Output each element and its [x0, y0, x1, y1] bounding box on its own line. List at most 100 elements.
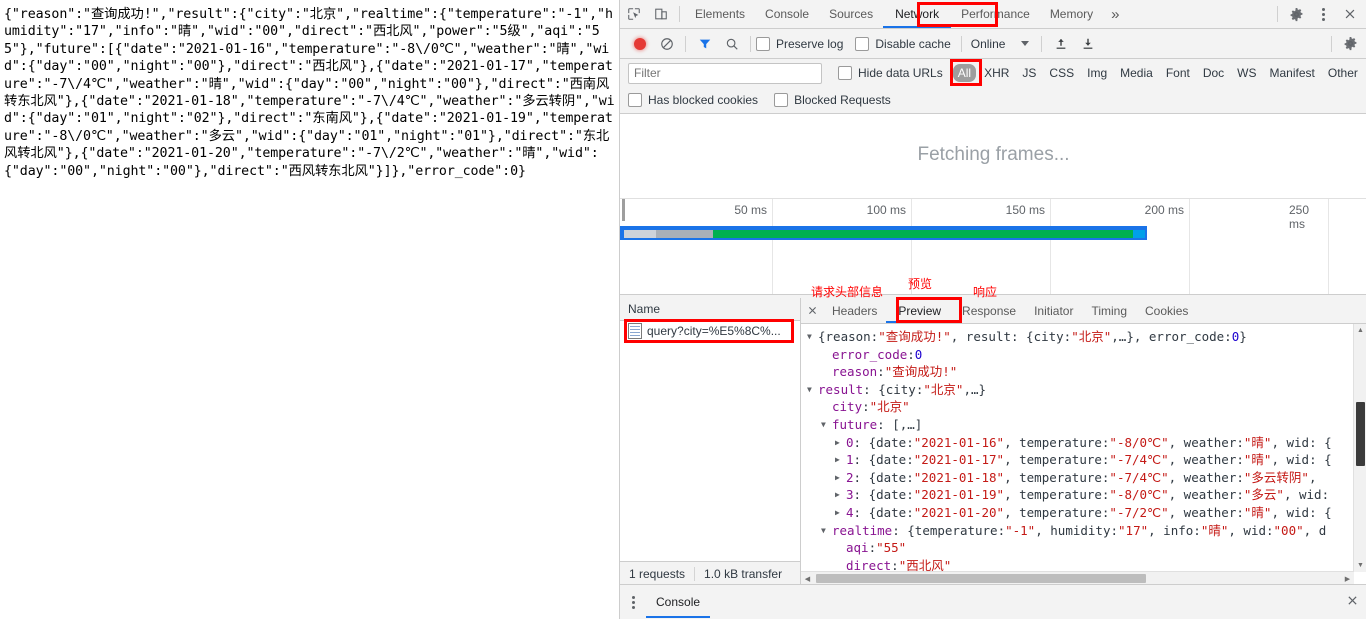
has-blocked-cookies-checkbox[interactable]: Has blocked cookies [628, 93, 758, 107]
detail-tab-response[interactable]: Response [953, 299, 1025, 323]
clear-button[interactable] [653, 31, 680, 57]
throttling-dropdown[interactable]: Online [967, 37, 1034, 51]
type-filter-doc[interactable]: Doc [1198, 64, 1229, 82]
expand-triangle-closed-icon[interactable] [835, 486, 846, 504]
type-filter-xhr[interactable]: XHR [979, 64, 1014, 82]
tab-sources[interactable]: Sources [819, 1, 883, 28]
vertical-scrollbar-thumb[interactable] [1356, 402, 1365, 466]
expand-triangle-closed-icon[interactable] [835, 434, 846, 452]
record-button[interactable] [626, 31, 653, 57]
json-token: , d [1303, 522, 1327, 538]
expand-triangle-open-icon[interactable] [821, 416, 832, 434]
json-tree-row[interactable]: 0: {date: "2021-01-16", temperature: "-8… [807, 434, 1366, 452]
type-filter-manifest[interactable]: Manifest [1265, 64, 1320, 82]
filter-input[interactable] [628, 62, 822, 84]
tab-elements-label: Elements [695, 7, 746, 21]
drawer-close-icon[interactable] [1346, 594, 1359, 610]
json-token: 1 [846, 452, 854, 468]
json-tree-row[interactable]: city: "北京" [807, 398, 1366, 416]
json-tree-row[interactable]: reason: "查询成功!" [807, 363, 1366, 381]
gear-icon[interactable] [1283, 1, 1310, 27]
kebab-menu-icon[interactable] [1310, 0, 1336, 31]
blocked-requests-checkbox[interactable]: Blocked Requests [774, 93, 891, 107]
close-detail-icon[interactable] [801, 299, 823, 323]
json-token: : {date: [853, 504, 914, 520]
tab-network[interactable]: Network [883, 1, 952, 28]
expand-triangle-closed-icon[interactable] [835, 504, 846, 522]
network-settings-icon[interactable] [1337, 31, 1364, 57]
detail-tab-preview[interactable]: Preview [886, 299, 953, 323]
json-token: , wid: { [1271, 452, 1332, 468]
json-token: : {date: [853, 469, 914, 485]
json-token: "2021-01-20" [913, 504, 1005, 520]
json-tree-row[interactable]: 4: {date: "2021-01-20", temperature: "-7… [807, 504, 1366, 522]
json-tree-row[interactable]: 2: {date: "2021-01-18", temperature: "-7… [807, 469, 1366, 487]
waterfall-segment-queue [624, 230, 656, 238]
waterfall-segment-stalled [656, 230, 713, 238]
json-preview-tree[interactable]: {reason: "查询成功!", result: {city: "北京",…}… [801, 324, 1366, 574]
type-filter-js[interactable]: JS [1017, 64, 1041, 82]
scroll-right-icon[interactable]: ▶ [1341, 575, 1354, 583]
type-filter-all[interactable]: All [952, 64, 977, 82]
json-token: "-7/4℃" [1109, 452, 1169, 468]
search-button[interactable] [718, 31, 745, 57]
scroll-left-icon[interactable]: ◀ [801, 575, 814, 583]
type-filter-img[interactable]: Img [1082, 64, 1112, 82]
expand-triangle-closed-icon[interactable] [835, 469, 846, 487]
json-tree-row[interactable]: future: [,…] [807, 416, 1366, 434]
detail-tab-initiator[interactable]: Initiator [1025, 299, 1082, 323]
type-filter-media[interactable]: Media [1115, 64, 1158, 82]
net-divider-4 [1041, 35, 1043, 52]
json-tree-row[interactable]: 3: {date: "2021-01-19", temperature: "-8… [807, 486, 1366, 504]
disable-cache-checkbox[interactable]: Disable cache [855, 36, 951, 51]
tab-elements[interactable]: Elements [685, 1, 755, 28]
filter-button[interactable] [691, 31, 718, 57]
drawer-tab-console[interactable]: Console [646, 586, 711, 618]
preserve-log-checkbox[interactable]: Preserve log [756, 36, 843, 51]
horizontal-scrollbar-thumb[interactable] [816, 574, 1146, 583]
timeline-tick-250ms: 250 ms [1289, 203, 1310, 231]
expand-triangle-closed-icon[interactable] [835, 451, 846, 469]
json-token: , temperature: [1004, 434, 1110, 450]
detail-tab-timing[interactable]: Timing [1082, 299, 1136, 323]
tab-performance[interactable]: Performance [951, 1, 1040, 28]
json-tree-row[interactable]: {reason: "查询成功!", result: {city: "北京",…}… [807, 328, 1366, 346]
request-row[interactable]: query?city=%E5%8C%... [620, 321, 800, 341]
hide-data-urls-checkbox[interactable]: Hide data URLs [838, 66, 943, 80]
drawer-menu-icon[interactable] [620, 586, 646, 619]
device-toolbar-icon[interactable] [647, 1, 674, 27]
type-filter-other[interactable]: Other [1323, 64, 1363, 82]
inspect-element-icon[interactable] [620, 1, 647, 27]
scroll-up-icon[interactable]: ▲ [1354, 324, 1366, 337]
more-tabs-icon[interactable]: » [1103, 1, 1127, 28]
json-tree-row[interactable]: result: {city: "北京",…} [807, 381, 1366, 399]
detail-tab-cookies-label: Cookies [1145, 303, 1189, 318]
preview-vertical-scrollbar[interactable]: ▲ ▼ [1353, 324, 1366, 572]
waterfall-bar [620, 226, 1147, 240]
json-tree-row[interactable]: error_code: 0 [807, 346, 1366, 364]
json-token: : {temperature: [892, 522, 1006, 538]
expand-triangle-open-icon[interactable] [807, 328, 818, 346]
import-har-button[interactable] [1047, 31, 1074, 57]
json-token: "2021-01-16" [913, 434, 1005, 450]
type-filter-font[interactable]: Font [1161, 64, 1195, 82]
requests-list: query?city=%E5%8C%... [620, 319, 800, 585]
json-token: "17" [1118, 522, 1149, 538]
tab-memory[interactable]: Memory [1040, 1, 1103, 28]
expand-triangle-open-icon[interactable] [821, 522, 832, 540]
preview-horizontal-scrollbar[interactable]: ◀ ▶ [801, 571, 1354, 585]
type-filter-ws[interactable]: WS [1232, 64, 1261, 82]
json-tree-row[interactable]: realtime: {temperature: "-1", humidity: … [807, 522, 1366, 540]
type-filter-css[interactable]: CSS [1044, 64, 1079, 82]
json-tree-row[interactable]: aqi: "55" [807, 539, 1366, 557]
close-icon[interactable] [1336, 1, 1363, 27]
requests-column-header[interactable]: Name [620, 298, 800, 321]
json-tree-row[interactable]: 1: {date: "2021-01-17", temperature: "-7… [807, 451, 1366, 469]
scroll-down-icon[interactable]: ▼ [1354, 559, 1366, 572]
tab-console[interactable]: Console [755, 1, 819, 28]
export-har-button[interactable] [1074, 31, 1101, 57]
network-timeline[interactable]: 50 ms 100 ms 150 ms 200 ms 250 ms [620, 198, 1366, 294]
detail-tab-cookies[interactable]: Cookies [1136, 299, 1197, 323]
detail-tab-headers[interactable]: Headers [823, 299, 886, 323]
expand-triangle-open-icon[interactable] [807, 381, 818, 399]
